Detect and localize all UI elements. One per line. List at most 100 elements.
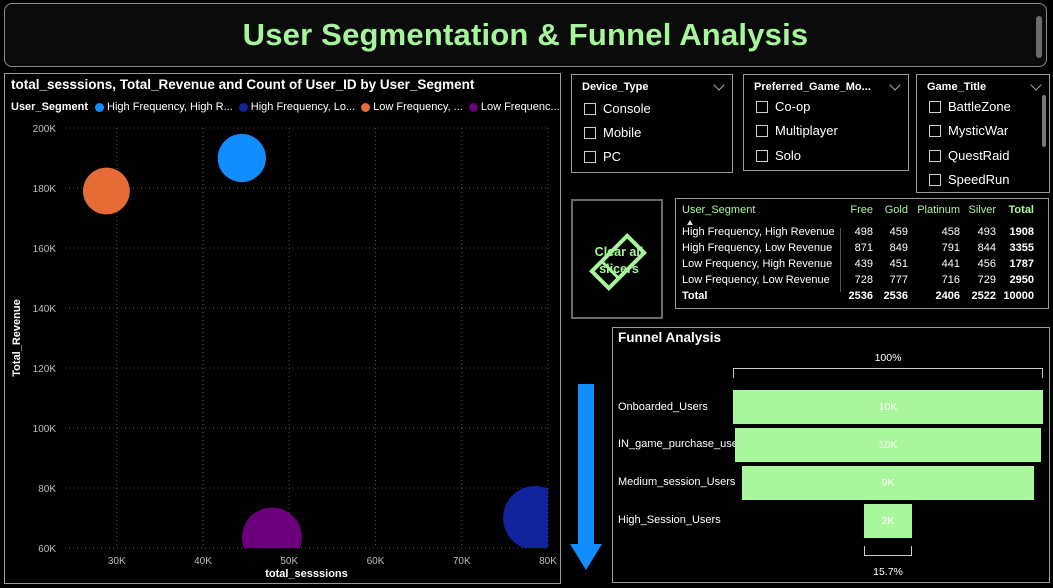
chevron-down-icon[interactable]: [1030, 79, 1042, 91]
clear-all-slicers-button[interactable]: Clear all slicers: [571, 199, 663, 319]
slicer-scrollbar[interactable]: [1042, 95, 1046, 147]
cell-total: 2950: [1009, 274, 1034, 286]
cell-free: 728: [854, 274, 873, 286]
funnel-bar[interactable]: 9K: [742, 466, 1034, 500]
cell-free: 498: [854, 226, 873, 238]
table-row[interactable]: Low Frequency, Low Revenue 728 777 716 7…: [682, 272, 1034, 288]
checkbox[interactable]: [584, 102, 596, 115]
slicer-option-battlezone[interactable]: BattleZone: [929, 99, 1011, 114]
checkbox[interactable]: [929, 149, 941, 162]
funnel-bar[interactable]: 2K: [863, 504, 913, 538]
header-gold[interactable]: Gold: [873, 204, 908, 224]
row-label: High Frequency, Low Revenue: [682, 242, 833, 254]
funnel-bottom-bracket: [863, 546, 913, 556]
slicer-option-multiplayer[interactable]: Multiplayer: [756, 123, 838, 138]
header-free[interactable]: Free: [840, 204, 873, 224]
slicer-option-questraid[interactable]: QuestRaid: [929, 148, 1009, 163]
funnel-stage-label: IN_game_purchase_users: [618, 438, 748, 450]
slicer-option-mobile[interactable]: Mobile: [584, 125, 641, 140]
clear-button-label: Clear all slicers: [573, 244, 665, 278]
cell-free: 871: [854, 242, 873, 254]
row-label: High Frequency, High Revenue: [682, 226, 835, 238]
cell-platinum: 441: [941, 258, 960, 270]
x-tick-label: 60K: [367, 556, 385, 567]
total-platinum: 2406: [935, 290, 960, 302]
title-bar: User Segmentation & Funnel Analysis: [4, 3, 1047, 67]
header-total[interactable]: Total: [996, 204, 1034, 224]
funnel-top-percent: 100%: [874, 352, 902, 364]
checkbox[interactable]: [929, 124, 941, 137]
chevron-down-icon[interactable]: [713, 79, 725, 91]
table-row[interactable]: High Frequency, Low Revenue 871 849 791 …: [682, 240, 1034, 256]
sort-ascending-icon[interactable]: [687, 220, 693, 225]
title-scrollbar[interactable]: [1036, 16, 1042, 58]
slicer-title: Preferred_Game_Mo...: [754, 81, 871, 93]
cell-gold: 459: [889, 226, 908, 238]
y-tick-label: 100K: [33, 424, 57, 435]
option-label: Console: [603, 101, 651, 116]
cell-gold: 451: [889, 258, 908, 270]
checkbox[interactable]: [756, 124, 768, 137]
matrix-table: User_Segment Free Gold Platinum Silver T…: [682, 204, 1034, 304]
funnel-title: Funnel Analysis: [618, 330, 722, 345]
checkbox[interactable]: [929, 173, 941, 186]
cell-silver: 844: [977, 242, 996, 254]
slicer-option-solo[interactable]: Solo: [756, 148, 801, 163]
option-label: BattleZone: [948, 99, 1011, 114]
scatter-plot[interactable]: 60K 80K 100K 120K 140K 160K 180K 200K 30K 40K 50K 6…: [5, 74, 560, 583]
y-tick-label: 160K: [33, 244, 57, 255]
checkbox[interactable]: [756, 149, 768, 162]
checkbox[interactable]: [756, 100, 768, 113]
clear-label-line1: Clear all: [594, 245, 644, 259]
header-user-segment[interactable]: User_Segment: [682, 204, 840, 224]
option-label: PC: [603, 149, 622, 164]
slicer-option-pc[interactable]: PC: [584, 149, 621, 164]
scatter-bubble[interactable]: [83, 167, 130, 215]
segment-matrix[interactable]: User_Segment Free Gold Platinum Silver T…: [675, 198, 1049, 309]
total-silver: 2522: [971, 290, 996, 302]
option-label: MysticWar: [948, 123, 1009, 138]
total-row[interactable]: Total 2536 2536 2406 2522 10000: [682, 288, 1034, 304]
funnel-bar[interactable]: 10K: [733, 390, 1043, 424]
cell-total: 1908: [1009, 226, 1034, 238]
dashboard-title: User Segmentation & Funnel Analysis: [242, 17, 809, 52]
scatter-chart-panel[interactable]: total_sesssions, Total_Revenue and Count…: [4, 73, 561, 584]
slicer-option-coop[interactable]: Co-op: [756, 99, 810, 114]
total-gold: 2536: [883, 290, 908, 302]
cell-silver: 493: [977, 226, 996, 238]
funnel-stage-label: High_Session_Users: [618, 514, 721, 526]
scatter-bubble[interactable]: [503, 486, 560, 550]
funnel-bar[interactable]: 10K: [734, 428, 1042, 462]
row-label: Low Frequency, High Revenue: [682, 258, 833, 270]
cell-platinum: 791: [941, 242, 960, 254]
funnel-bar-value: 9K: [881, 477, 895, 489]
arrow-down-icon: [570, 384, 602, 570]
cell-free: 439: [854, 258, 873, 270]
slicer-title: Game_Title: [927, 81, 987, 93]
header-platinum[interactable]: Platinum: [908, 204, 960, 224]
funnel-stage-label: Onboarded_Users: [618, 401, 708, 413]
cell-gold: 849: [889, 242, 908, 254]
funnel-chart-panel[interactable]: Funnel Analysis 100% Onboarded_Users 10K…: [612, 327, 1050, 583]
chevron-down-icon[interactable]: [889, 79, 901, 91]
checkbox[interactable]: [584, 150, 596, 163]
cell-platinum: 458: [941, 226, 960, 238]
x-tick-label: 70K: [453, 556, 471, 567]
header-silver[interactable]: Silver: [960, 204, 996, 224]
table-row[interactable]: High Frequency, High Revenue 498 459 458…: [682, 224, 1034, 240]
total-label: Total: [682, 290, 708, 302]
slicer-game-title[interactable]: Game_Title BattleZone MysticWar QuestRai…: [916, 74, 1050, 193]
slicer-device-type[interactable]: Device_Type Console Mobile PC: [571, 74, 733, 173]
checkbox[interactable]: [584, 126, 596, 139]
checkbox[interactable]: [929, 100, 941, 113]
slicer-option-speedrun[interactable]: SpeedRun: [929, 172, 1009, 187]
slicer-preferred-game-mode[interactable]: Preferred_Game_Mo... Co-op Multiplayer S…: [743, 74, 909, 171]
slicer-option-console[interactable]: Console: [584, 101, 651, 116]
option-label: Co-op: [775, 99, 811, 114]
option-label: QuestRaid: [948, 148, 1010, 163]
y-axis-label: Total_Revenue: [11, 299, 23, 376]
scatter-bubble[interactable]: [217, 133, 266, 183]
cell-platinum: 716: [941, 274, 960, 286]
slicer-option-mysticwar[interactable]: MysticWar: [929, 123, 1008, 138]
table-row[interactable]: Low Frequency, High Revenue 439 451 441 …: [682, 256, 1034, 272]
